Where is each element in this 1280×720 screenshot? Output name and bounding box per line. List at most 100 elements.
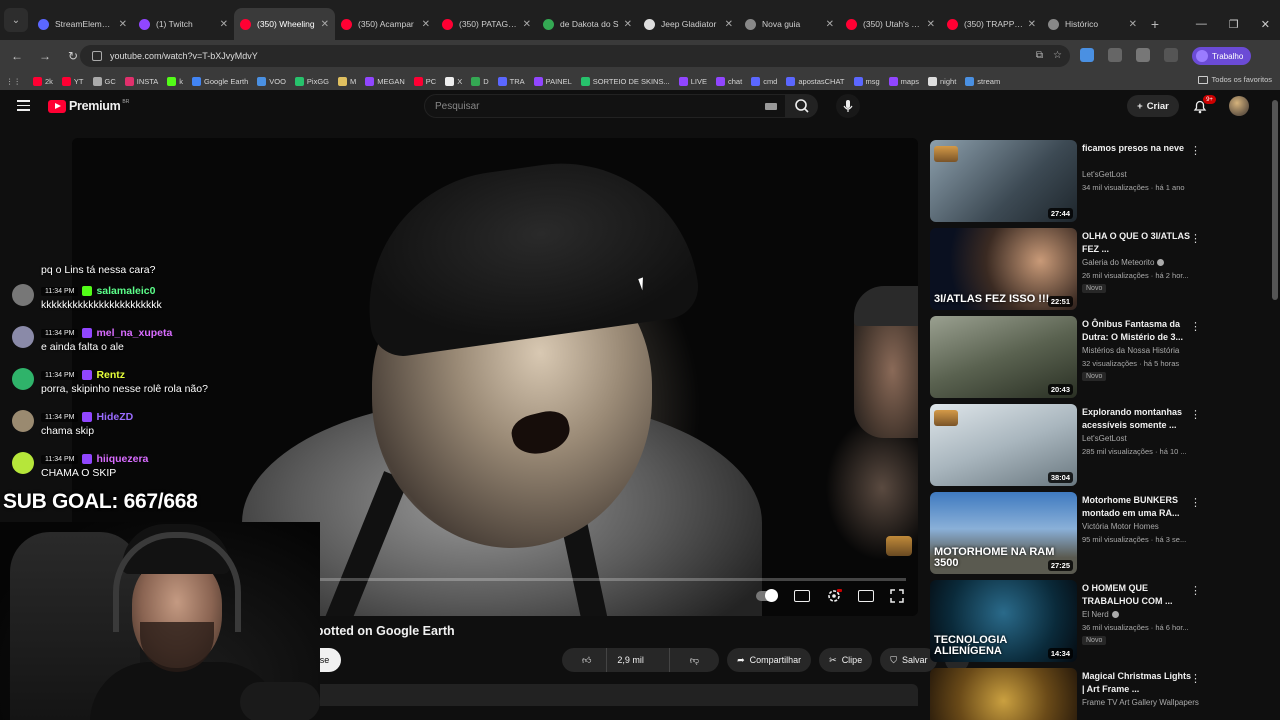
recommended-channel[interactable]: Mistérios da Nossa História (1082, 346, 1179, 355)
bookmark-item[interactable]: D (471, 76, 489, 86)
forward-icon[interactable]: → (34, 49, 56, 63)
like-button[interactable]: 👍︎ 2,9 mil (562, 648, 664, 672)
video-thumbnail[interactable]: 20:43 (930, 316, 1077, 398)
video-thumbnail[interactable]: TECNOLOGIA ALIENÍGENA 14:34 (930, 580, 1077, 662)
video-thumbnail[interactable]: MOTORHOME NA RAM 3500 27:25 (930, 492, 1077, 574)
recommended-video-title[interactable]: O HOMEM QUE TRABALHOU COM ... (1082, 582, 1192, 608)
save-button[interactable]: ⛉ Salvar (880, 648, 938, 672)
bookmark-item[interactable]: stream (965, 76, 1000, 86)
video-thumbnail[interactable] (930, 668, 1077, 720)
browser-tab[interactable]: Histórico ✕ (1042, 8, 1143, 40)
bookmark-item[interactable]: LIVE (678, 76, 707, 86)
extension-icon[interactable] (1108, 48, 1122, 62)
bookmark-item[interactable]: GC (92, 76, 116, 86)
create-button[interactable]: + Criar (1127, 95, 1179, 117)
search-input[interactable]: Pesquisar (424, 94, 786, 118)
bookmark-item[interactable]: k (167, 76, 183, 86)
bookmark-item[interactable]: X (445, 76, 462, 86)
site-info-icon[interactable] (92, 51, 102, 61)
tab-close-icon[interactable]: ✕ (220, 19, 228, 30)
close-window-icon[interactable]: ✕ (1261, 18, 1270, 31)
recommended-video[interactable]: 27:44 ficamos presos na neve Let'sGetLost 3… (930, 140, 1270, 228)
browser-tab[interactable]: StreamElements ✕ (32, 8, 133, 40)
tab-close-icon[interactable]: ✕ (1028, 19, 1036, 30)
fullscreen-icon[interactable] (890, 589, 904, 603)
new-tab-button[interactable]: + (1143, 8, 1167, 40)
recommended-video-title[interactable]: Magical Christmas Lights | Art Frame ... (1082, 670, 1192, 696)
puzzle-icon[interactable] (1136, 48, 1150, 62)
tab-close-icon[interactable]: ✕ (826, 19, 834, 30)
channel-watermark-icon[interactable] (886, 536, 912, 556)
install-app-icon[interactable]: ⧉ (1036, 50, 1043, 61)
bookmark-item[interactable]: MEGAN (365, 76, 405, 86)
voice-search-button[interactable] (836, 94, 860, 118)
browser-tab[interactable]: (1) Twitch ✕ (133, 8, 234, 40)
bookmark-star-icon[interactable]: ☆ (1053, 50, 1062, 61)
search-button[interactable] (786, 94, 818, 118)
tab-search-button[interactable]: ⌄ (4, 8, 28, 32)
browser-tab[interactable]: Nova guia ✕ (739, 8, 840, 40)
bookmark-item[interactable]: night (928, 76, 956, 86)
recommended-video[interactable]: 3I/ATLAS FEZ ISSO !!! 22:51 OLHA O QUE O 3… (930, 228, 1270, 316)
back-icon[interactable]: ← (6, 49, 28, 63)
clip-button[interactable]: ✂ Clipe (819, 648, 873, 672)
bookmark-item[interactable]: VOO (257, 76, 286, 86)
restore-icon[interactable]: ❐ (1229, 18, 1239, 31)
browser-tab[interactable]: Jeep Gladiator ✕ (638, 8, 739, 40)
recommended-channel[interactable]: Victória Motor Homes (1082, 522, 1159, 531)
account-avatar[interactable] (1229, 96, 1249, 116)
tab-close-icon[interactable]: ✕ (624, 19, 632, 30)
all-bookmarks-button[interactable]: Todos os favoritos (1197, 75, 1272, 84)
more-vertical-icon[interactable]: ⋮ (1190, 496, 1201, 509)
bookmark-item[interactable]: maps (888, 76, 919, 86)
description-box[interactable] (222, 684, 918, 706)
more-vertical-icon[interactable]: ⋮ (1190, 232, 1201, 245)
recommended-video-title[interactable]: OLHA O QUE O 3I/ATLAS FEZ ... (1082, 230, 1192, 256)
more-vertical-icon[interactable]: ⋮ (1190, 408, 1201, 421)
video-thumbnail[interactable]: 38:04 (930, 404, 1077, 486)
bookmark-item[interactable]: Google Earth (192, 76, 248, 86)
tab-close-icon[interactable]: ✕ (725, 19, 733, 30)
recommended-video-title[interactable]: ficamos presos na neve (1082, 142, 1192, 155)
more-vertical-icon[interactable]: ⋮ (1190, 144, 1201, 157)
recommended-channel[interactable]: Let'sGetLost (1082, 170, 1127, 179)
recommended-video-title[interactable]: Explorando montanhas acessíveis somente … (1082, 406, 1192, 432)
recommended-channel[interactable]: Frame TV Art Gallery Wallpapers (1082, 698, 1199, 707)
browser-tab[interactable]: de Dakota do S ✕ (537, 8, 638, 40)
tab-close-icon[interactable]: ✕ (321, 19, 329, 30)
miniplayer-icon[interactable] (858, 590, 874, 602)
browser-tab[interactable]: (350) PATAGÔNIA ✕ (436, 8, 537, 40)
recommended-channel[interactable]: Galeria do Meteorito (1082, 258, 1165, 267)
share-button[interactable]: ➦ Compartilhar (727, 648, 812, 672)
apps-icon[interactable]: ⋮⋮ (6, 77, 21, 86)
video-thumbnail[interactable]: 27:44 (930, 140, 1077, 222)
bookmark-item[interactable]: YT (61, 76, 84, 86)
youtube-logo[interactable]: Premium BR (48, 99, 129, 113)
minimize-icon[interactable]: — (1196, 18, 1207, 31)
browser-tab[interactable]: (350) Wheeling ✕ (234, 8, 335, 40)
recommended-video[interactable]: MOTORHOME NA RAM 3500 27:25 Motorhome BUNK… (930, 492, 1270, 580)
recommended-video[interactable]: 38:04 Explorando montanhas acessíveis som… (930, 404, 1270, 492)
recommended-video[interactable]: TECNOLOGIA ALIENÍGENA 14:34 O HOMEM QUE TR… (930, 580, 1270, 668)
bookmark-item[interactable]: SORTEIO DE SKINS... (580, 76, 670, 86)
dislike-button[interactable]: 👎︎ (668, 648, 719, 672)
settings-gear-icon[interactable] (826, 588, 842, 604)
bookmark-item[interactable]: PC (413, 76, 436, 86)
recommended-channel[interactable]: El Nerd (1082, 610, 1119, 619)
recommended-video[interactable]: Magical Christmas Lights | Art Frame ...… (930, 668, 1270, 720)
video-thumbnail[interactable]: 3I/ATLAS FEZ ISSO !!! 22:51 (930, 228, 1077, 310)
tab-close-icon[interactable]: ✕ (422, 19, 430, 30)
recommended-video-title[interactable]: Motorhome BUNKERS montado em uma RA... (1082, 494, 1192, 520)
bookmark-item[interactable]: msg (853, 76, 880, 86)
browser-tab[interactable]: (350) Acampar ✕ (335, 8, 436, 40)
tab-close-icon[interactable]: ✕ (523, 19, 531, 30)
profile-button[interactable]: Trabalho (1192, 47, 1252, 65)
bookmark-item[interactable]: cmd (751, 76, 777, 86)
bookmark-item[interactable]: 2k (33, 76, 53, 86)
media-icon[interactable] (1164, 48, 1178, 62)
bookmark-item[interactable]: PixGG (294, 76, 329, 86)
more-vertical-icon[interactable]: ⋮ (1190, 672, 1201, 685)
keyboard-icon[interactable] (765, 103, 777, 110)
recommended-channel[interactable]: Let'sGetLost (1082, 434, 1127, 443)
menu-icon[interactable] (17, 100, 30, 111)
